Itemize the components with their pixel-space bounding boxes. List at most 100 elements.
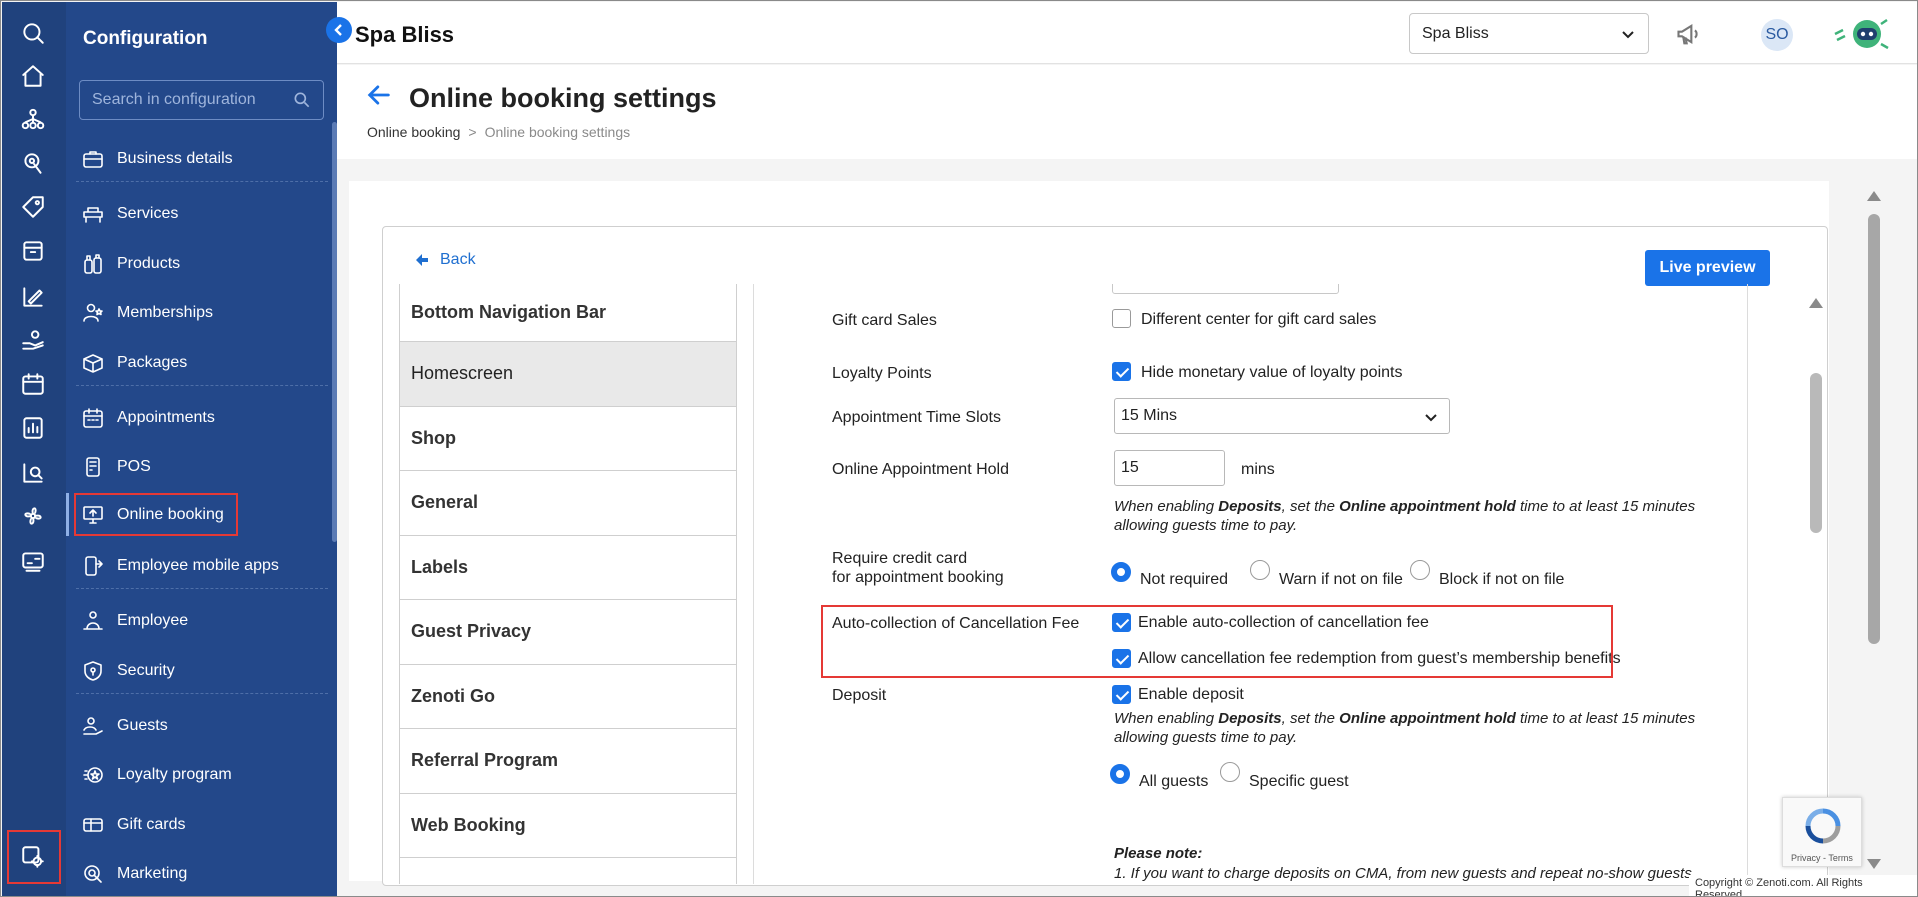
radio-warn-if-not-on-file[interactable] (1250, 560, 1270, 580)
enable-deposit-label: Enable deposit (1138, 686, 1244, 703)
center-selector[interactable]: Spa Bliss (1409, 13, 1649, 54)
enable-deposit-checkbox[interactable] (1112, 685, 1131, 704)
config-item-services[interactable]: Services (66, 194, 328, 234)
breadcrumb-online-booking[interactable]: Online booking (367, 124, 460, 140)
settings-nav: Bottom Navigation Bar Homescreen Shop Ge… (399, 284, 737, 884)
loyalty-icon (80, 762, 106, 788)
config-item-employee-mobile-apps[interactable]: Employee mobile apps (66, 546, 328, 586)
config-item-label: Business details (117, 150, 233, 167)
member-icon (80, 300, 106, 326)
chevron-down-icon (1425, 414, 1437, 422)
nav-item-zenoti-go[interactable]: Zenoti Go (400, 665, 736, 729)
config-item-memberships[interactable]: Memberships (66, 293, 328, 333)
panel-scrollbar-thumb[interactable] (1810, 373, 1822, 533)
online-booking-highlight (74, 493, 238, 536)
nav-item-web-booking[interactable]: Web Booking (400, 794, 736, 858)
nav-item-bottom-navigation-bar[interactable]: Bottom Navigation Bar (400, 284, 736, 342)
megaphone-icon[interactable] (1675, 20, 1703, 48)
nav-item-homescreen[interactable]: Homescreen (400, 342, 736, 407)
divider (76, 181, 328, 182)
config-scrollbar[interactable] (332, 122, 337, 542)
robot-assistant-icon[interactable] (1833, 16, 1891, 52)
gift-card-icon (80, 812, 106, 838)
live-preview-button[interactable]: Live preview (1645, 250, 1770, 286)
time-slots-select[interactable]: 15 Mins (1114, 398, 1450, 434)
nav-item-referral-program[interactable]: Referral Program (400, 729, 736, 794)
please-note-heading: Please note: (1114, 845, 1203, 862)
config-item-marketing[interactable]: Marketing (66, 854, 328, 894)
search-icon[interactable] (18, 18, 48, 48)
page-scroll-up[interactable] (1867, 191, 1881, 201)
config-search-input[interactable] (79, 80, 324, 120)
fan-icon[interactable] (18, 501, 48, 531)
divider (76, 588, 328, 589)
pen-ruler-icon[interactable] (18, 282, 48, 312)
settings-panel: Gift card Sales Different center for gif… (753, 284, 1748, 884)
nav-item-labels[interactable]: Labels (400, 536, 736, 600)
please-note-line-1: 1. If you want to charge deposits on CMA… (1114, 865, 1692, 882)
tag-icon[interactable] (18, 192, 48, 222)
org-chart-icon[interactable] (18, 104, 48, 134)
page-scrollbar-thumb[interactable] (1868, 214, 1880, 644)
config-item-label: Appointments (117, 409, 215, 426)
touch-icon[interactable] (18, 148, 48, 178)
config-item-employee[interactable]: Employee (66, 601, 328, 641)
loyalty-points-label: Loyalty Points (832, 365, 932, 382)
shield-icon (80, 658, 106, 684)
back-arrow-icon[interactable] (365, 81, 393, 109)
config-item-label: Marketing (117, 865, 188, 882)
home-icon[interactable] (18, 61, 48, 91)
analytics-icon[interactable] (18, 458, 48, 488)
nav-item-general[interactable]: General (400, 471, 736, 536)
loyalty-checkbox[interactable] (1112, 362, 1131, 381)
config-item-products[interactable]: Products (66, 244, 328, 284)
package-icon (80, 350, 106, 376)
briefcase-icon (80, 146, 106, 172)
hold-unit: mins (1241, 461, 1275, 478)
config-item-guests[interactable]: Guests (66, 706, 328, 746)
recaptcha-terms[interactable]: Privacy - Terms (1791, 853, 1853, 863)
hold-note: When enabling Deposits, set the Online a… (1114, 498, 1696, 534)
box-icon[interactable] (18, 236, 48, 266)
config-item-gift-cards[interactable]: Gift cards (66, 805, 328, 845)
report-icon[interactable] (18, 413, 48, 443)
spa-bed-icon (80, 201, 106, 227)
config-item-loyalty-program[interactable]: Loyalty program (66, 755, 328, 795)
radio-all-guests-label: All guests (1139, 773, 1209, 790)
config-item-label: Memberships (117, 304, 214, 321)
config-item-security[interactable]: Security (66, 651, 328, 691)
cut-off-field[interactable] (1112, 284, 1339, 294)
config-item-business-details[interactable]: Business details (66, 139, 328, 179)
config-item-label: Packages (117, 354, 188, 371)
marketing-icon (80, 861, 106, 887)
page-scroll-down[interactable] (1867, 859, 1881, 869)
radio-all-guests[interactable] (1110, 764, 1130, 784)
config-item-pos[interactable]: POS (66, 447, 328, 487)
appointment-hold-label: Online Appointment Hold (832, 461, 1009, 478)
config-item-packages[interactable]: Packages (66, 343, 328, 383)
radio-block-if-not-on-file[interactable] (1410, 560, 1430, 580)
nav-item-guest-privacy[interactable]: Guest Privacy (400, 600, 736, 665)
gift-card-checkbox[interactable] (1112, 309, 1131, 328)
back-link[interactable]: Back (414, 251, 476, 269)
radio-block-label: Block if not on file (1439, 571, 1565, 588)
guest-icon (80, 713, 106, 739)
radio-not-required[interactable] (1111, 562, 1131, 582)
collapse-panel-button[interactable] (326, 17, 352, 43)
recaptcha-badge[interactable]: Privacy - Terms (1782, 797, 1862, 867)
panel-scroll-up[interactable] (1809, 298, 1823, 308)
search-icon (294, 92, 310, 108)
pos-icon (80, 454, 106, 480)
user-avatar[interactable]: SO (1761, 19, 1793, 51)
time-slots-label: Appointment Time Slots (832, 409, 1001, 426)
appointment-hold-input[interactable] (1114, 450, 1225, 486)
hand-coin-icon[interactable] (18, 325, 48, 355)
billing-icon[interactable] (18, 546, 48, 576)
arrow-left-icon (416, 254, 428, 266)
calendar-icon[interactable] (18, 369, 48, 399)
deposit-label: Deposit (832, 687, 887, 704)
radio-specific-guest[interactable] (1220, 762, 1240, 782)
bottles-icon (80, 251, 106, 277)
nav-item-shop[interactable]: Shop (400, 407, 736, 471)
config-item-appointments[interactable]: Appointments (66, 398, 328, 438)
